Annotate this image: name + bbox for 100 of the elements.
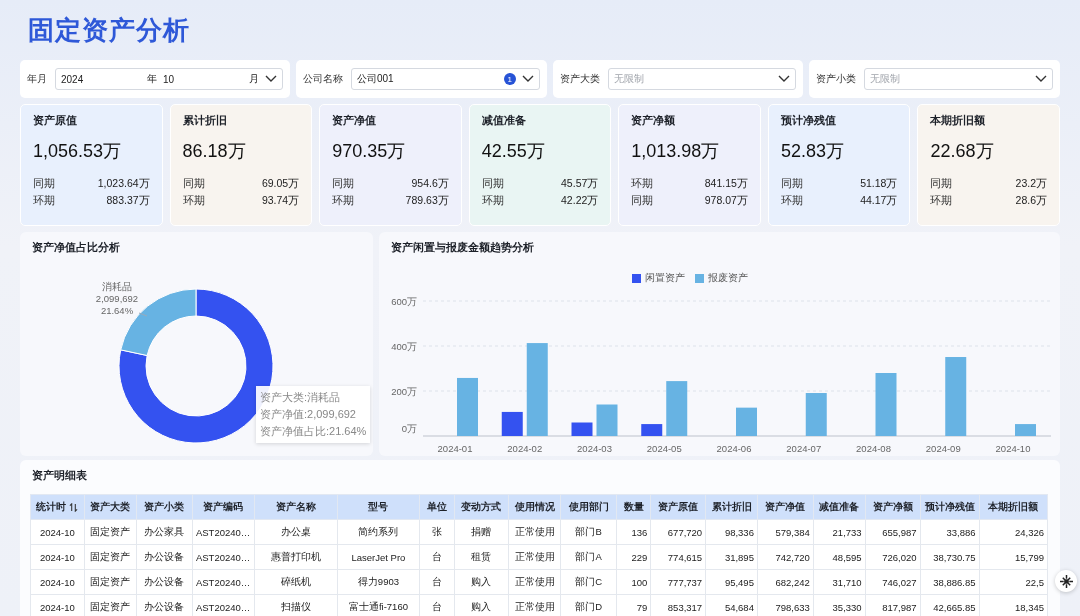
table-cell: 简约系列 — [337, 519, 420, 545]
compare-value: 954.6万 — [411, 176, 449, 191]
table-cell: 得力9903 — [337, 569, 420, 595]
chevron-down-icon — [521, 75, 534, 83]
kpi-value: 42.55万 — [481, 140, 546, 163]
column-header: 减值准备 — [813, 494, 866, 520]
bar — [1015, 424, 1036, 436]
chevron-down-icon — [265, 75, 277, 83]
kpi-label: 本期折旧额 — [930, 113, 987, 128]
bar — [641, 424, 663, 436]
select-field[interactable]: 公司001 1 — [351, 68, 540, 90]
panel-title: 资产净值占比分析 — [31, 240, 121, 255]
legend-label: 报废资产 — [707, 271, 748, 285]
compare-label: 环期 — [33, 193, 55, 208]
column-header: 本期折旧额 — [979, 494, 1048, 520]
chevron-down-icon — [1035, 75, 1047, 83]
sort-icon[interactable] — [69, 502, 79, 512]
panel-title: 资产闲置与报废金额趋势分析 — [390, 240, 535, 255]
axis-tick-label: 0万 — [401, 423, 417, 434]
table-cell: 2024-10 — [30, 519, 85, 545]
axis-tick-label: 400万 — [391, 341, 417, 352]
kpi-value: 86.18万 — [182, 140, 247, 163]
column-header: 资产编码 — [192, 494, 255, 520]
slice-label: 消耗品 2,099,692 21.64% — [95, 281, 139, 316]
compare-label: 环期 — [481, 193, 504, 208]
bar — [457, 377, 478, 436]
column-header: 变动方式 — [454, 494, 509, 520]
bar — [875, 373, 897, 436]
kpi-label: 减值准备 — [481, 113, 527, 128]
table-cell: 惠普打印机 — [254, 544, 337, 570]
column-header: 资产原值 — [650, 494, 706, 520]
kpi-label: 预计净残值 — [780, 113, 837, 128]
bar — [571, 422, 593, 436]
axis-tick-label: 2024-08 — [856, 443, 891, 454]
kpi-value: 1,056.53万 — [33, 140, 123, 163]
compare-label: 环期 — [631, 176, 654, 191]
column-header: 使用情况 — [508, 494, 561, 520]
axis-tick-label: 200万 — [391, 386, 417, 397]
filter-label: 资产大类 — [559, 72, 600, 86]
axis-tick-label: 2024-01 — [437, 443, 473, 454]
compare-value: 51.18万 — [860, 176, 898, 191]
float-button[interactable] — [1055, 570, 1077, 592]
table-cell: 碎纸机 — [254, 569, 337, 595]
axis-tick-label: 2024-05 — [646, 443, 682, 454]
filter-label: 公司名称 — [303, 72, 343, 86]
compare-label: 同期 — [182, 176, 205, 191]
compare-label: 环期 — [182, 193, 205, 208]
compare-label: 同期 — [33, 176, 55, 191]
kpi-value: 1,013.98万 — [631, 140, 721, 163]
compare-value: 1,023.64万 — [97, 176, 150, 191]
crosshair-icon — [1059, 574, 1073, 588]
axis-tick-label: 2024-07 — [786, 443, 822, 454]
compare-value: 93.74万 — [261, 193, 300, 208]
table-cell: LaserJet Pro — [337, 544, 420, 570]
month-picker[interactable]: 2024 年 10 月 — [55, 68, 283, 90]
compare-label: 环期 — [332, 193, 355, 208]
compare-label: 同期 — [930, 176, 953, 191]
compare-label: 同期 — [631, 193, 654, 208]
column-header: 资产净值 — [757, 494, 814, 520]
filter-label: 年月 — [27, 72, 47, 86]
axis-tick-label: 600万 — [391, 297, 417, 307]
axis-tick-label: 2024-03 — [577, 443, 612, 454]
kpi-label: 累计折旧 — [182, 113, 228, 128]
axis-tick-label: 2024-09 — [925, 443, 961, 454]
axis-tick-label: 2024-10 — [995, 443, 1031, 454]
column-header: 资产名称 — [254, 494, 337, 520]
count-badge: 1 — [503, 73, 516, 85]
bar — [736, 407, 757, 436]
compare-value: 23.2万 — [1015, 176, 1048, 191]
column-header: 预计净残值 — [920, 494, 980, 520]
bar — [805, 393, 827, 436]
column-header: 资产小类 — [136, 494, 193, 520]
compare-label: 同期 — [481, 176, 504, 191]
table-cell: 2024-10 — [30, 544, 85, 570]
kpi-value: 22.68万 — [930, 140, 995, 163]
filter-label: 资产小类 — [816, 72, 857, 86]
column-header: 数量 — [616, 494, 651, 520]
axis-tick-label: 2024-02 — [507, 443, 543, 454]
compare-value: 69.05万 — [261, 176, 300, 191]
table-cell: 办公桌 — [254, 519, 337, 545]
column-header: 使用部门 — [560, 494, 617, 520]
compare-value: 978.07万 — [704, 193, 748, 208]
page-title: 固定资产分析 — [27, 14, 190, 47]
kpi-label: 资产净额 — [631, 113, 677, 128]
tooltip: 资产大类:消耗品 资产净值:2,099,692 资产净值占比:21.64% — [256, 386, 371, 443]
bar — [501, 411, 523, 436]
leader-line — [138, 312, 148, 317]
compare-value: 841.15万 — [704, 176, 748, 191]
table-cell: 2024-10 — [30, 594, 85, 616]
column-header: 资产大类 — [84, 494, 137, 520]
column-header: 资产净额 — [865, 494, 920, 520]
compare-value: 789.63万 — [405, 193, 449, 208]
bar — [666, 381, 688, 436]
axis-tick-label: 2024-06 — [716, 443, 752, 454]
table-cell: 2024-10 — [30, 569, 85, 595]
compare-value: 45.57万 — [561, 176, 599, 191]
kpi-label: 资产原值 — [33, 113, 78, 128]
compare-label: 环期 — [930, 193, 953, 208]
compare-value: 883.37万 — [106, 193, 150, 208]
compare-label: 同期 — [332, 176, 355, 191]
